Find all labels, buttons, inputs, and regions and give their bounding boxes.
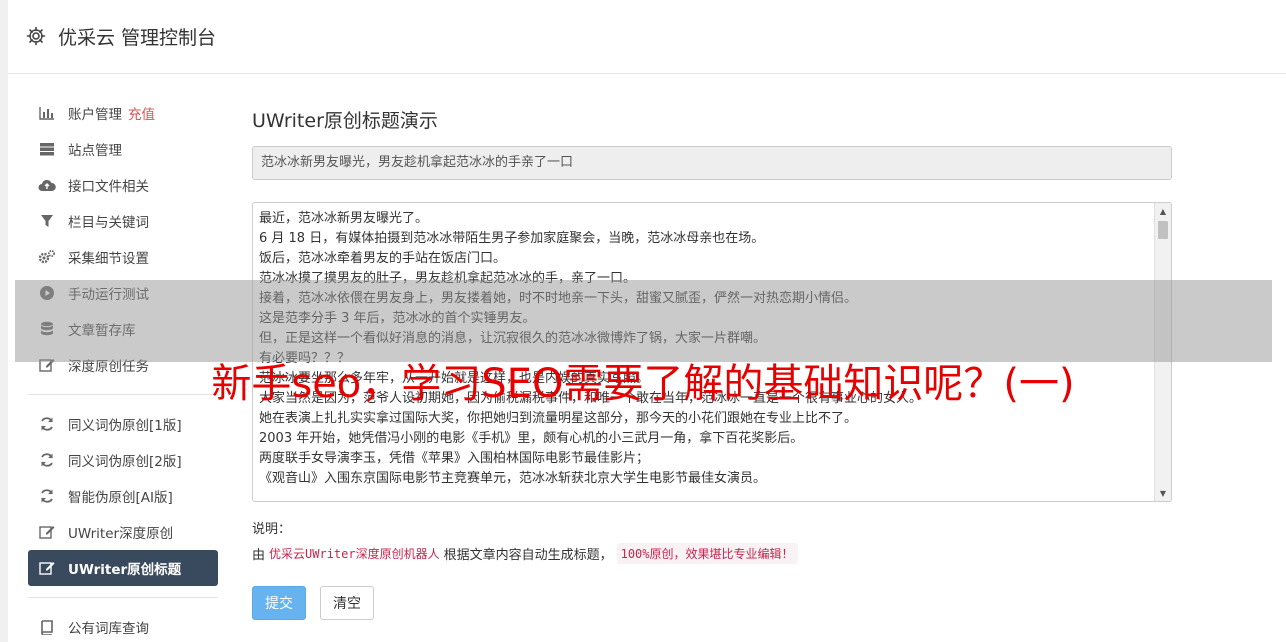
filter-icon [38,212,56,230]
sidebar-item-label: 同义词伪原创[1版] [68,418,182,434]
submit-button[interactable]: 提交 [252,586,306,620]
sidebar-item-label: 账户管理 [68,107,122,123]
content-line: 饭后，范冰冰牵着男友的手站在饭店门口。 [259,251,507,266]
cloud-upload-icon [38,176,56,194]
content-line: 《观音山》入围东京国际电影节主竞赛单元，范冰冰斩获北京大学生电影节最佳女演员。 [259,471,767,486]
content-line: 两度联手女导演李玉，凭借《苹果》入围柏林国际电影节最佳影片； [259,451,650,466]
note-label: 说明： [252,522,292,537]
sidebar-item-synonym-v2[interactable]: 同义词伪原创[2版] [28,442,218,478]
sidebar-item-account[interactable]: 账户管理 充值 [28,95,218,131]
sidebar-item-label: 智能伪原创[AI版] [68,490,173,506]
sidebar-item-label: UWriter原创标题 [68,562,182,578]
sidebar-item-public-dictionary[interactable]: 公有词库查询 [28,609,218,642]
edit-icon [38,523,56,541]
scroll-down-icon[interactable]: ▼ [1155,485,1171,501]
sidebar-item-interface-files[interactable]: 接口文件相关 [28,167,218,203]
note-text: 由 优采云UWriter深度原创机器人 根据文章内容自动生成标题， 100%原创… [252,543,1172,564]
sidebar-item-uwriter-deep[interactable]: UWriter深度原创 [28,514,218,550]
scroll-up-icon[interactable]: ▲ [1155,203,1171,219]
scrollbar-thumb[interactable] [1158,221,1168,239]
sidebar-item-label: 栏目与关键词 [68,215,149,231]
sidebar-item-sites[interactable]: 站点管理 [28,131,218,167]
refresh-icon [38,451,56,469]
page-title: UWriter原创标题演示 [252,110,438,132]
sidebar-item-label: 接口文件相关 [68,179,149,195]
sidebar-item-columns-keywords[interactable]: 栏目与关键词 [28,203,218,239]
generated-title-field[interactable]: 范冰冰新男友曝光，男友趁机拿起范冰冰的手亲了一口 [252,146,1172,180]
gears-icon [38,248,56,266]
refresh-icon [38,415,56,433]
header: 优采云 管理控制台 [8,0,1286,74]
content-line: 2003 年开始，她凭借冯小刚的电影《手机》里，颇有心机的小三武月一角，拿下百花… [259,431,804,446]
sidebar-item-label: 站点管理 [68,143,122,159]
clear-button[interactable]: 清空 [320,586,374,620]
gear-icon [26,26,48,48]
sidebar-item-label: 公有词库查询 [68,621,149,637]
sidebar-item-label: UWriter深度原创 [68,526,174,542]
note-prefix: 由 [252,548,266,563]
app-title: 优采云 管理控制台 [58,27,217,49]
content-line: 6 月 18 日，有媒体拍摄到范冰冰带陌生男子参加家庭聚会，当晚，范冰冰母亲也在… [259,231,765,246]
note-robot-name: 优采云UWriter深度原创机器人 [269,547,440,561]
sidebar-item-ai-rewrite[interactable]: 智能伪原创[AI版] [28,478,218,514]
sidebar-item-uwriter-title[interactable]: UWriter原创标题 [28,550,218,586]
edit-icon [38,559,56,577]
note-middle: 根据文章内容自动生成标题， [443,548,613,563]
form-buttons: 提交 清空 [252,586,1172,620]
sidebar-item-label: 采集细节设置 [68,251,149,267]
refresh-icon [38,487,56,505]
content-line: 最近，范冰冰新男友曝光了。 [259,211,429,226]
sidebar-item-label: 同义词伪原创[2版] [68,454,182,470]
sidebar-item-collection-settings[interactable]: 采集细节设置 [28,239,218,275]
sidebar-divider [28,597,218,598]
content-line: 她在表演上扎扎实实拿过国际大奖，你把她归到流量明星这部分，那今天的小花们跟她在专… [259,411,858,426]
server-icon [38,140,56,158]
note-tag: 100%原创，效果堪比专业编辑！ [616,543,798,564]
recharge-link[interactable]: 充值 [128,103,155,123]
overlay-title: 新手seo，学习SEO需要了解的基础知识呢？(一) [211,361,1075,407]
bar-chart-icon [38,104,56,122]
overlay-banner [15,280,1272,362]
book-icon [38,618,56,636]
